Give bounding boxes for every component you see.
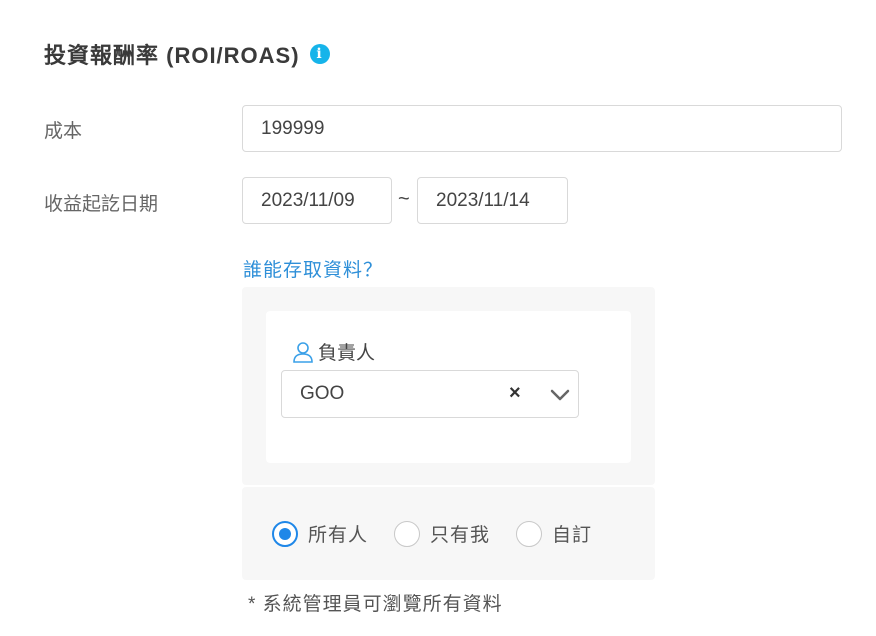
date-range-label: 收益起訖日期 [44, 194, 159, 215]
owner-label-text: 負責人 [318, 343, 376, 364]
radio-option-custom[interactable]: 自訂 [516, 520, 592, 547]
user-icon [293, 341, 313, 363]
clear-icon[interactable]: × [509, 382, 521, 405]
access-radio-group: 所有人 只有我 自訂 [272, 520, 618, 547]
radio-option-everyone[interactable]: 所有人 [272, 520, 368, 547]
owner-select[interactable]: GOO × [281, 370, 579, 418]
owner-label: 負責人 [292, 338, 375, 365]
date-separator: ~ [398, 188, 410, 210]
owner-select-value: GOO [300, 383, 345, 404]
radio-button-everyone[interactable] [272, 520, 298, 547]
cost-label: 成本 [44, 121, 83, 142]
radio-label-only-me: 只有我 [430, 525, 491, 546]
radio-label-everyone: 所有人 [308, 525, 369, 546]
start-date-input[interactable]: 2023/11/09 [242, 177, 392, 224]
access-help-link[interactable]: 誰能存取資料？ [243, 255, 383, 282]
info-icon[interactable]: i [309, 44, 330, 64]
radio-label-custom: 自訂 [552, 525, 593, 546]
radio-button-only-me[interactable] [394, 520, 421, 547]
chevron-down-icon[interactable] [550, 388, 570, 402]
section-title-text: 投資報酬率 (ROI/ROAS) [44, 43, 300, 68]
cost-input[interactable]: 199999 [242, 105, 842, 152]
radio-button-custom[interactable] [516, 520, 543, 547]
end-date-input[interactable]: 2023/11/14 [417, 177, 568, 224]
section-title: 投資報酬率 (ROI/ROAS) i [44, 38, 330, 70]
admin-note: * 系統管理員可瀏覽所有資料 [248, 594, 503, 615]
radio-option-only-me[interactable]: 只有我 [394, 520, 490, 547]
